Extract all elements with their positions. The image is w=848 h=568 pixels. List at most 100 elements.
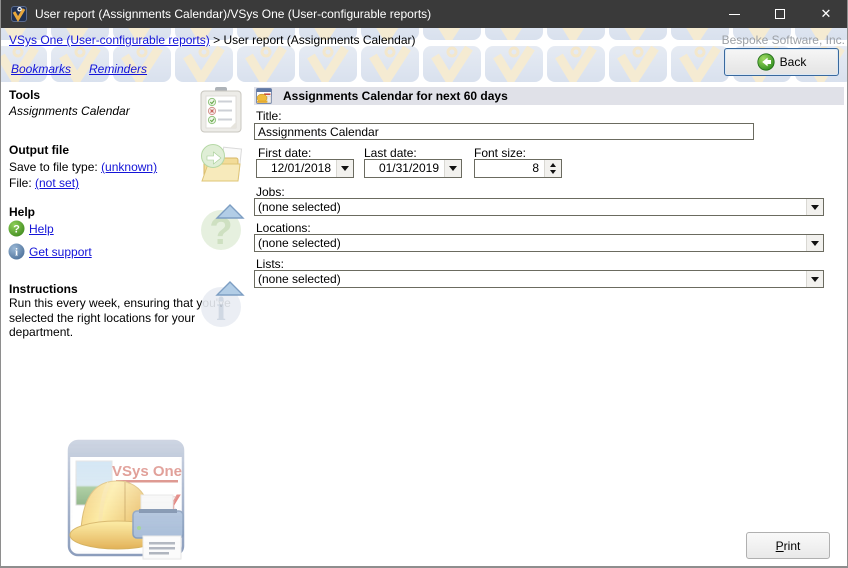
spin-up-icon: [550, 163, 556, 167]
svg-text:29 30: 29 30: [146, 541, 169, 551]
question-watermark-icon: ?: [199, 203, 247, 251]
last-date-label: Last date:: [364, 146, 417, 160]
maximize-button[interactable]: [757, 0, 803, 28]
first-date-picker[interactable]: 12/01/2018: [256, 159, 354, 178]
window-title: User report (Assignments Calendar)/VSys …: [35, 0, 431, 28]
close-icon: ✕: [821, 0, 832, 28]
svg-text:?: ?: [209, 211, 232, 251]
form-header-title: Assignments Calendar for next 60 days: [283, 89, 508, 103]
first-date-value: 12/01/2018: [257, 160, 336, 177]
close-button[interactable]: ✕: [803, 0, 848, 28]
company-name: Bespoke Software, Inc.: [722, 33, 845, 47]
font-size-value: 8: [475, 160, 544, 177]
breadcrumb-current: User report (Assignments Calendar): [223, 33, 415, 47]
last-date-picker[interactable]: 01/31/2019: [364, 159, 462, 178]
current-tool-name: Assignments Calendar: [9, 104, 130, 118]
breadcrumb-separator: >: [213, 33, 220, 47]
svg-text:12 13 14: 12 13 14: [142, 507, 177, 517]
vsys-watermark-tile: [609, 28, 667, 40]
vsys-watermark-tile: [547, 46, 605, 82]
svg-text:25 26 27 28: 25 26 27 28: [129, 530, 177, 540]
last-date-value: 01/31/2019: [365, 160, 444, 177]
back-button-label: Back: [780, 55, 807, 69]
font-size-spin-buttons[interactable]: [544, 160, 561, 177]
vsys-watermark-tile: [361, 46, 419, 82]
svg-text:5 6 7: 5 6 7: [157, 495, 177, 505]
lists-value: (none selected): [255, 271, 806, 287]
first-date-dropdown-button[interactable]: [336, 160, 353, 177]
minimize-icon: [729, 14, 740, 15]
first-date-label: First date:: [258, 146, 311, 160]
breadcrumb-home-link[interactable]: VSys One (User-configurable reports): [9, 33, 210, 47]
report-icon: [256, 88, 272, 104]
vsys-watermark-tile: [175, 46, 233, 82]
jobs-label: Jobs:: [256, 185, 285, 199]
save-type-link[interactable]: (unknown): [101, 160, 157, 174]
form-header-bar: Assignments Calendar for next 60 days: [254, 87, 844, 105]
titlebar: User report (Assignments Calendar)/VSys …: [1, 0, 848, 28]
help-icon: ?: [8, 220, 25, 237]
application-window: User report (Assignments Calendar)/VSys …: [0, 0, 848, 568]
svg-text:19 20 21: 19 20 21: [142, 519, 177, 529]
print-button[interactable]: Print: [746, 532, 830, 559]
print-button-label: Print: [776, 539, 801, 553]
save-type-row: Save to file type: (unknown): [9, 160, 157, 174]
jobs-select[interactable]: (none selected): [254, 198, 824, 216]
vsys-watermark-tile: [237, 46, 295, 82]
bookmarks-link[interactable]: Bookmarks: [11, 62, 71, 76]
vsys-watermark-tile: [671, 28, 729, 40]
logo-brand-text: VSys One: [112, 463, 182, 480]
help-link[interactable]: Help: [29, 222, 54, 236]
vsys-one-logo: VSys One JULY 5 6 7 12 13 14 19 20 21 25…: [59, 437, 191, 563]
locations-value: (none selected): [255, 235, 806, 251]
app-icon: [11, 6, 27, 22]
output-folder-icon: [197, 143, 245, 190]
vsys-watermark-tile: [485, 28, 543, 40]
lists-dropdown-button[interactable]: [806, 271, 823, 287]
logo-month-text: JULY: [112, 489, 183, 519]
dropdown-arrow-icon: [811, 277, 819, 282]
info-icon: i: [8, 243, 25, 260]
vsys-watermark-tile: [423, 46, 481, 82]
jobs-dropdown-button[interactable]: [806, 199, 823, 215]
dropdown-arrow-icon: [449, 166, 457, 171]
svg-text:?: ?: [13, 224, 20, 236]
last-date-dropdown-button[interactable]: [444, 160, 461, 177]
vsys-watermark-tile: [547, 28, 605, 40]
dropdown-arrow-icon: [811, 205, 819, 210]
minimize-button[interactable]: [711, 0, 757, 28]
lists-label: Lists:: [256, 257, 284, 271]
tools-heading: Tools: [9, 88, 40, 102]
title-label: Title:: [256, 109, 282, 123]
font-size-stepper[interactable]: 8: [474, 159, 562, 178]
jobs-value: (none selected): [255, 199, 806, 215]
vsys-watermark-tile: [485, 46, 543, 82]
vsys-watermark-tile: [671, 46, 729, 82]
back-arrow-icon: [757, 53, 775, 71]
vsys-watermark-tile: [423, 28, 481, 40]
get-support-link[interactable]: Get support: [29, 245, 92, 259]
locations-select[interactable]: (none selected): [254, 234, 824, 252]
dropdown-arrow-icon: [811, 241, 819, 246]
output-file-heading: Output file: [9, 143, 69, 157]
title-input[interactable]: [254, 123, 754, 140]
vsys-watermark-tile: [609, 46, 667, 82]
lists-select[interactable]: (none selected): [254, 270, 824, 288]
file-link[interactable]: (not set): [35, 176, 79, 190]
file-label: File:: [9, 176, 35, 190]
help-heading: Help: [9, 205, 35, 219]
instructions-heading: Instructions: [9, 282, 78, 296]
svg-text:i: i: [15, 247, 18, 259]
save-type-label: Save to file type:: [9, 160, 101, 174]
dropdown-arrow-icon: [341, 166, 349, 171]
breadcrumb: VSys One (User-configurable reports) > U…: [9, 33, 416, 47]
spin-down-icon: [550, 170, 556, 174]
maximize-icon: [775, 9, 785, 19]
reminders-link[interactable]: Reminders: [89, 62, 147, 76]
tasks-clipboard-icon: [199, 87, 243, 133]
locations-dropdown-button[interactable]: [806, 235, 823, 251]
vsys-watermark-tile: [299, 46, 357, 82]
back-button[interactable]: Back: [724, 48, 839, 76]
file-row: File: (not set): [9, 176, 79, 190]
font-size-label: Font size:: [474, 146, 526, 160]
